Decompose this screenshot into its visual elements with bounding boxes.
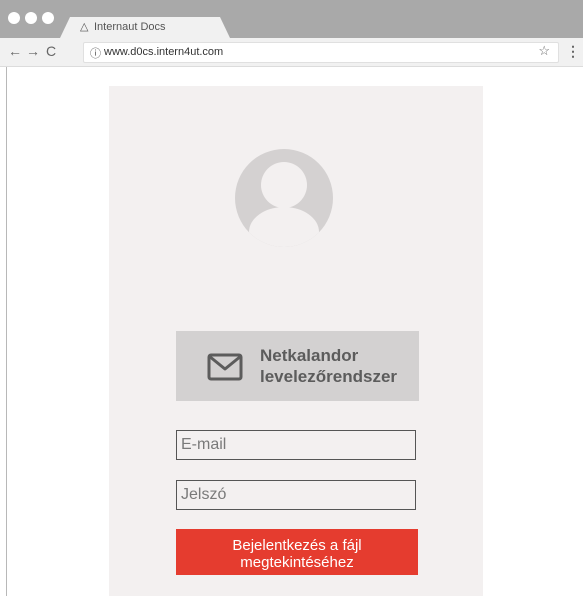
page-border [6,67,7,596]
close-window-button[interactable] [8,12,20,24]
forward-arrow-icon[interactable]: → [26,43,40,59]
address-bar[interactable]: ⓘ www.d0cs.intern4ut.com ☆ [83,42,559,63]
email-field[interactable] [176,430,416,460]
maximize-window-button[interactable] [42,12,54,24]
password-field[interactable] [176,480,416,510]
login-card: Netkalandor levelezőrendszer Bejelentkez… [109,86,483,596]
window-controls [8,12,54,24]
browser-tab[interactable]: △ Internaut Docs [60,17,230,38]
browser-toolbar: ← → C ⓘ www.d0cs.intern4ut.com ☆ [0,38,583,67]
minimize-window-button[interactable] [25,12,37,24]
envelope-icon [207,353,243,381]
info-icon[interactable]: ⓘ [90,45,101,61]
url-text: www.d0cs.intern4ut.com [104,46,224,58]
tab-title: Internaut Docs [94,21,166,33]
user-avatar-icon [235,149,333,247]
warning-triangle-icon: △ [80,21,89,33]
mail-provider-banner: Netkalandor levelezőrendszer [176,331,419,401]
provider-name: Netkalandor levelezőrendszer [260,346,398,386]
reload-icon[interactable]: C [46,43,56,59]
star-icon[interactable]: ☆ [538,43,550,59]
avatar-body [249,207,319,247]
kebab-menu-icon[interactable]: ⋮ [566,43,580,60]
browser-titlebar: △ Internaut Docs [0,0,583,38]
back-arrow-icon[interactable]: ← [8,43,22,59]
avatar-head [261,162,307,208]
login-button[interactable]: Bejelentkezés a fájl megtekintéséhez [176,529,418,575]
